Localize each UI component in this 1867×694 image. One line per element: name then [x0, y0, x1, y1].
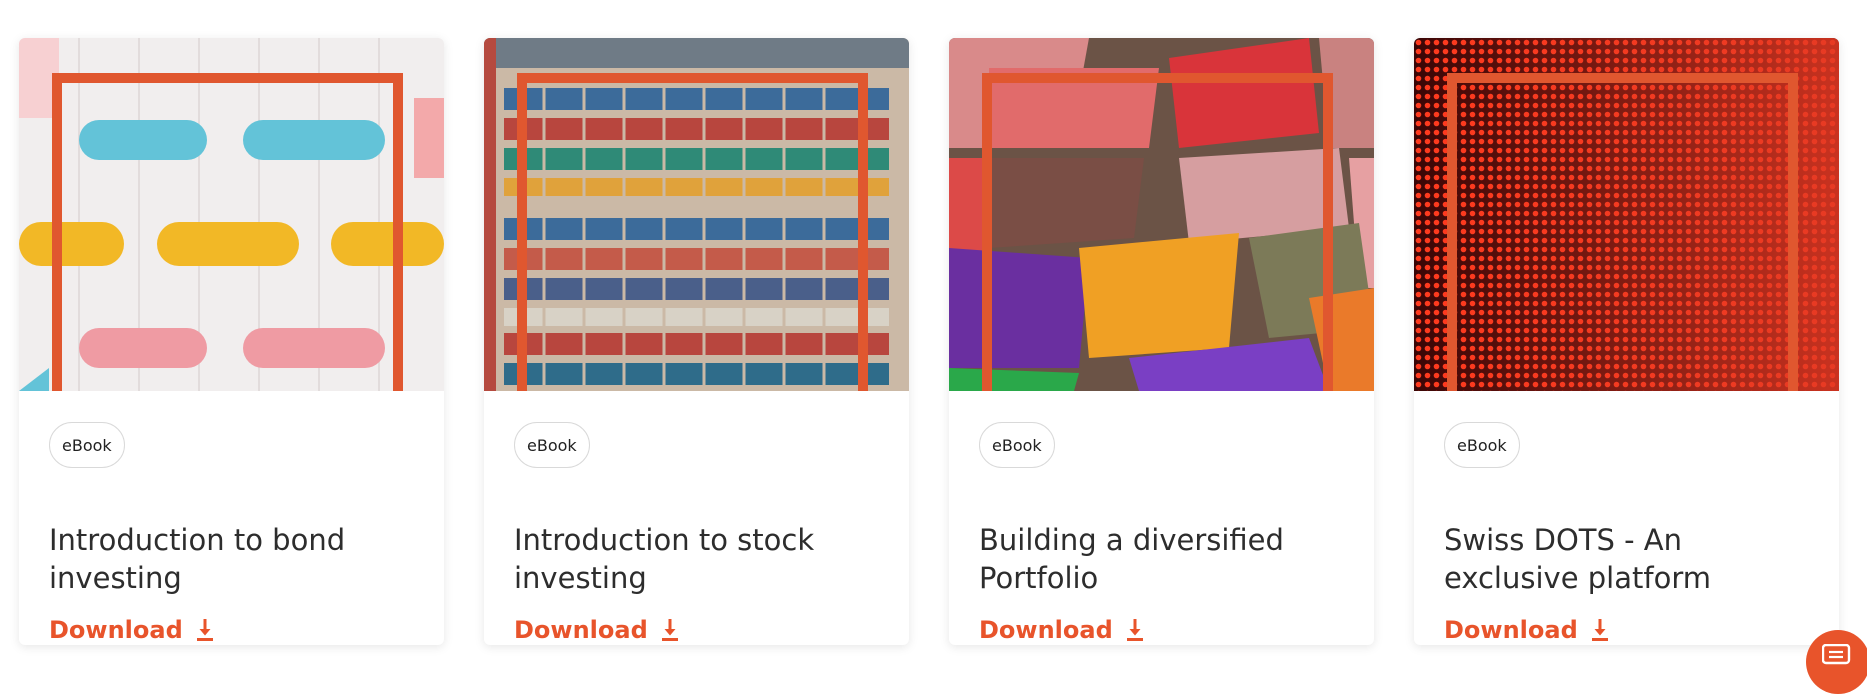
ebook-card-list: eBook Introduction to bond investing Dow… — [19, 38, 1839, 645]
card-title: Introduction to bond investing — [49, 523, 346, 595]
download-icon — [196, 619, 213, 641]
chat-icon — [1821, 643, 1852, 674]
card-image-containers — [484, 38, 909, 391]
card-title: Building a diversified Portfolio — [979, 523, 1284, 595]
card-title: Swiss DOTS - An exclusive platform — [1444, 523, 1711, 595]
download-label: Download — [514, 616, 648, 644]
ebook-card[interactable]: eBook Building a diversified Portfolio D… — [949, 38, 1374, 645]
download-link[interactable]: Download — [514, 616, 678, 644]
content-type-tag: eBook — [979, 422, 1055, 468]
download-label: Download — [979, 616, 1113, 644]
ebook-card[interactable]: eBook Introduction to stock investing Do… — [484, 38, 909, 645]
download-label: Download — [1444, 616, 1578, 644]
content-type-tag: eBook — [49, 422, 125, 468]
chat-button[interactable] — [1806, 630, 1867, 694]
download-label: Download — [49, 616, 183, 644]
download-link[interactable]: Download — [979, 616, 1143, 644]
ebook-card[interactable]: eBook Introduction to bond investing Dow… — [19, 38, 444, 645]
card-image-pigments — [949, 38, 1374, 391]
content-type-tag: eBook — [1444, 422, 1520, 468]
download-icon — [1126, 619, 1143, 641]
download-link[interactable]: Download — [49, 616, 213, 644]
content-type-tag: eBook — [514, 422, 590, 468]
card-image-tanks — [19, 38, 444, 391]
ebook-card[interactable]: eBook Swiss DOTS - An exclusive platform… — [1414, 38, 1839, 645]
card-title: Introduction to stock investing — [514, 523, 815, 595]
download-icon — [1591, 619, 1608, 641]
download-icon — [661, 619, 678, 641]
card-image-led-dots — [1414, 38, 1839, 391]
download-link[interactable]: Download — [1444, 616, 1608, 644]
